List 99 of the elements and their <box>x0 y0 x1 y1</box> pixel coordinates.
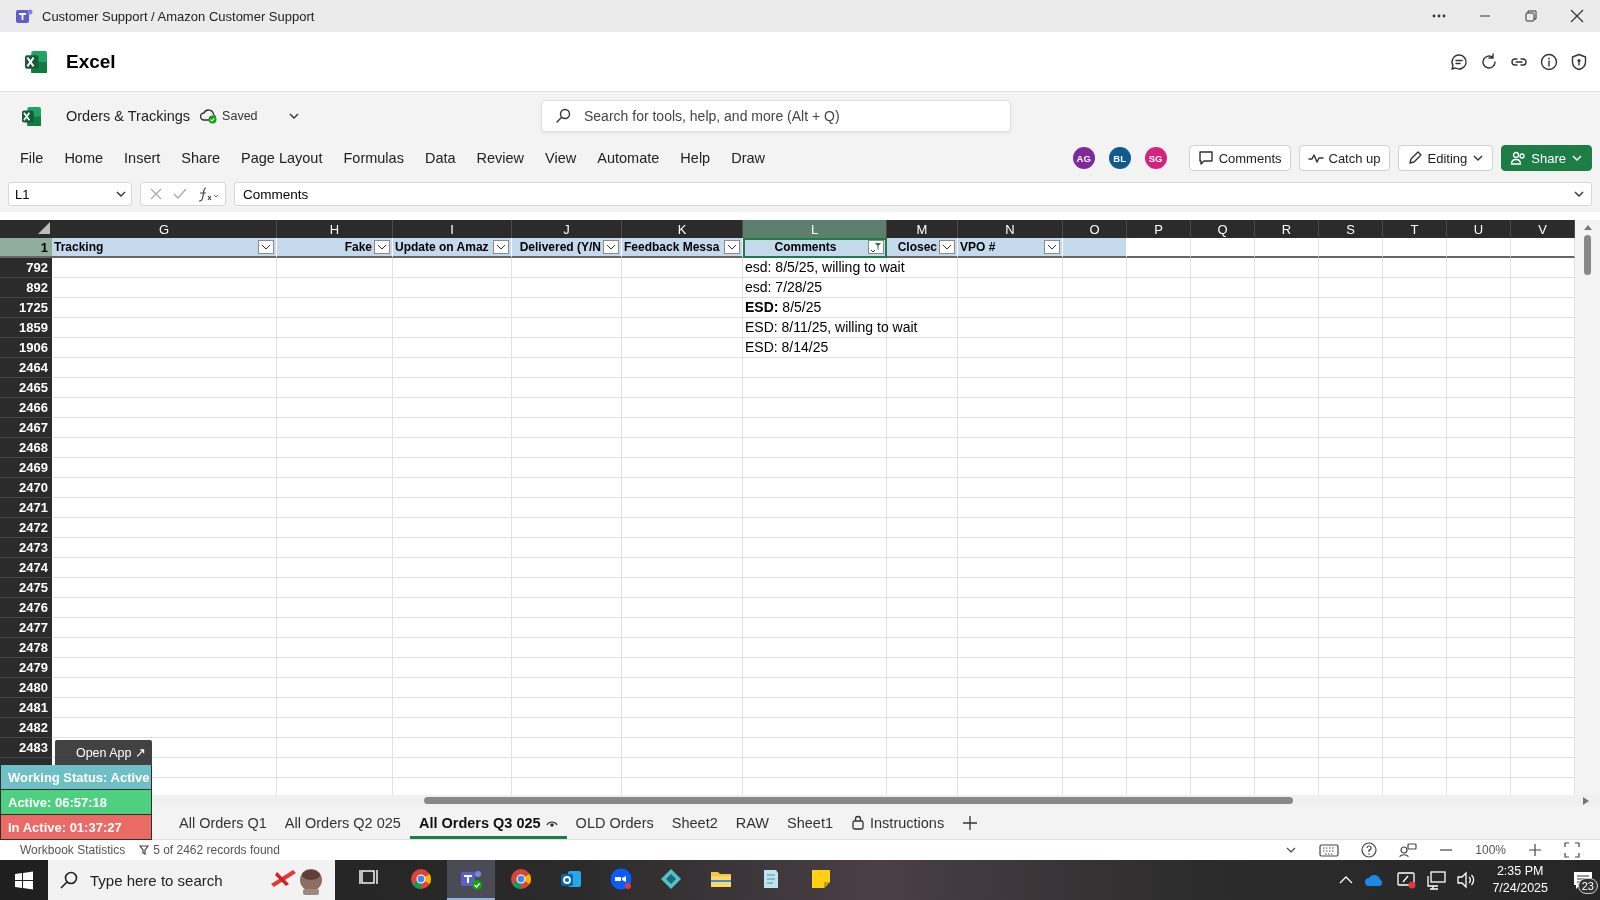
header-label: Fake <box>343 240 372 254</box>
sheet-tab[interactable]: Instructions <box>842 806 954 839</box>
row-header[interactable]: 2473 <box>0 538 52 558</box>
row-header[interactable]: 2474 <box>0 558 52 578</box>
comments-button[interactable]: Comments <box>1188 145 1291 171</box>
row-header[interactable]: 2480 <box>0 678 52 698</box>
catchup-button[interactable]: Catch up <box>1298 145 1390 171</box>
workbook-statistics-link[interactable]: Workbook Statistics <box>20 843 126 857</box>
column-header[interactable]: H <box>277 220 393 238</box>
clock-date[interactable]: 7/24/2025 <box>1492 880 1548 897</box>
column-header[interactable]: P <box>1127 220 1191 238</box>
row-header[interactable]: 2481 <box>0 698 52 718</box>
avatar[interactable]: BL <box>1108 147 1131 169</box>
menu-tab[interactable]: Insert <box>116 146 169 170</box>
row-header[interactable]: 2466 <box>0 398 52 418</box>
column-header[interactable]: J <box>512 220 622 238</box>
working-status-bar: Working Status: Active <box>0 765 152 790</box>
menu-tab[interactable]: Automate <box>589 146 668 170</box>
menu-tab[interactable]: Review <box>468 146 533 170</box>
header-label: Delivered (Y/N <box>518 240 601 254</box>
name-box[interactable]: L1 <box>8 182 132 206</box>
header-label: Feedback Messa <box>624 240 721 254</box>
inactive-time-bar: In Active: 01:37:27 <box>0 815 152 840</box>
clock-time[interactable]: 2:35 PM <box>1496 863 1544 880</box>
sheet-tab[interactable]: All Orders Q1 <box>170 806 276 839</box>
cell-text: esd: 8/5/25, willing to wait <box>745 259 906 276</box>
editing-button[interactable]: Editing <box>1397 145 1494 171</box>
row-header[interactable]: 1725 <box>0 298 52 318</box>
avatar[interactable]: SG <box>1144 147 1167 169</box>
sheet-tab[interactable]: OLD Orders <box>566 806 663 839</box>
menu-tab[interactable]: Home <box>56 146 112 170</box>
column-header[interactable]: M <box>887 220 958 238</box>
column-header[interactable]: Q <box>1191 220 1255 238</box>
row-header[interactable]: 2477 <box>0 618 52 638</box>
column-header[interactable]: T <box>1383 220 1447 238</box>
row-header[interactable]: 2479 <box>0 658 52 678</box>
notification-button[interactable]: 23 <box>1566 860 1600 900</box>
column-header[interactable]: N <box>958 220 1063 238</box>
window-title: Customer Support / Amazon Customer Support <box>42 8 315 24</box>
menu-tab[interactable]: Draw <box>723 146 773 170</box>
column-header[interactable]: U <box>1447 220 1511 238</box>
row-header[interactable]: 2470 <box>0 478 52 498</box>
column-header[interactable]: G <box>52 220 277 238</box>
header-label: Tracking <box>54 240 105 254</box>
row-header[interactable]: 2472 <box>0 518 52 538</box>
menu-tab[interactable]: Formulas <box>335 146 412 170</box>
menu-tab[interactable]: Data <box>416 146 464 170</box>
formula-field[interactable]: Comments <box>234 182 1592 206</box>
menu-tab[interactable]: Share <box>173 146 229 170</box>
row-header[interactable]: 2482 <box>0 718 52 738</box>
cell-text: ESD: 8/5/25 <box>745 299 823 316</box>
menu-tab[interactable]: File <box>12 146 52 170</box>
column-header[interactable]: R <box>1255 220 1319 238</box>
sheet-tab[interactable]: All Orders Q2 025 <box>275 806 410 839</box>
row-header[interactable]: 2467 <box>0 418 52 438</box>
column-header[interactable]: S <box>1319 220 1383 238</box>
column-header[interactable]: L <box>743 220 887 238</box>
header-label: Comments <box>773 240 838 254</box>
file-name[interactable]: Orders & Trackings <box>66 108 191 124</box>
taskbar-search-field[interactable]: Type here to search <box>48 860 335 900</box>
row-header[interactable]: 2475 <box>0 578 52 598</box>
row-header[interactable]: 892 <box>0 278 52 298</box>
row-header[interactable]: 2471 <box>0 498 52 518</box>
row-header[interactable]: 1859 <box>0 318 52 338</box>
row-header[interactable]: 1 <box>0 238 52 258</box>
row-header[interactable]: 1906 <box>0 338 52 358</box>
column-header[interactable]: I <box>393 220 512 238</box>
app-name: Excel <box>66 50 116 73</box>
column-header[interactable]: K <box>622 220 743 238</box>
cell-text: ESD: 8/14/25 <box>745 339 830 356</box>
menu-tab[interactable]: Page Layout <box>233 146 331 170</box>
header-label: Closec <box>896 240 937 254</box>
row-header[interactable]: 2468 <box>0 438 52 458</box>
header-label: Update on Amaz <box>395 240 490 254</box>
open-app-button[interactable]: Open App ↗ <box>55 740 152 765</box>
row-header[interactable]: 2469 <box>0 458 52 478</box>
save-status: Saved <box>222 109 258 123</box>
sheet-tab[interactable]: Sheet1 <box>778 806 842 839</box>
column-header[interactable]: O <box>1063 220 1127 238</box>
record-count: 5 of 2462 records found <box>153 843 280 857</box>
row-header[interactable]: 2483 <box>0 738 52 758</box>
row-header[interactable]: 2464 <box>0 358 52 378</box>
search-field[interactable]: Search for tools, help, and more (Alt + Q) <box>541 100 1011 132</box>
share-button[interactable]: Share <box>1501 145 1592 171</box>
header-label: VPO # <box>960 240 997 254</box>
row-header[interactable]: 2476 <box>0 598 52 618</box>
column-header[interactable]: V <box>1511 220 1575 238</box>
cell-text: ESD: 8/11/25, willing to wait <box>745 319 919 336</box>
row-header[interactable]: 2478 <box>0 638 52 658</box>
zoom-level[interactable]: 100% <box>1475 843 1506 857</box>
sheet-tab[interactable]: Sheet2 <box>662 806 727 839</box>
sheet-tab[interactable]: RAW <box>726 806 779 839</box>
menu-tab[interactable]: Help <box>672 146 719 170</box>
cell-text: esd: 7/28/25 <box>745 279 824 296</box>
row-header[interactable]: 2465 <box>0 378 52 398</box>
active-time-bar: Active: 06:57:18 <box>0 790 152 815</box>
avatar[interactable]: AG <box>1072 147 1095 169</box>
menu-tab[interactable]: View <box>537 146 585 170</box>
row-header[interactable]: 792 <box>0 258 52 278</box>
